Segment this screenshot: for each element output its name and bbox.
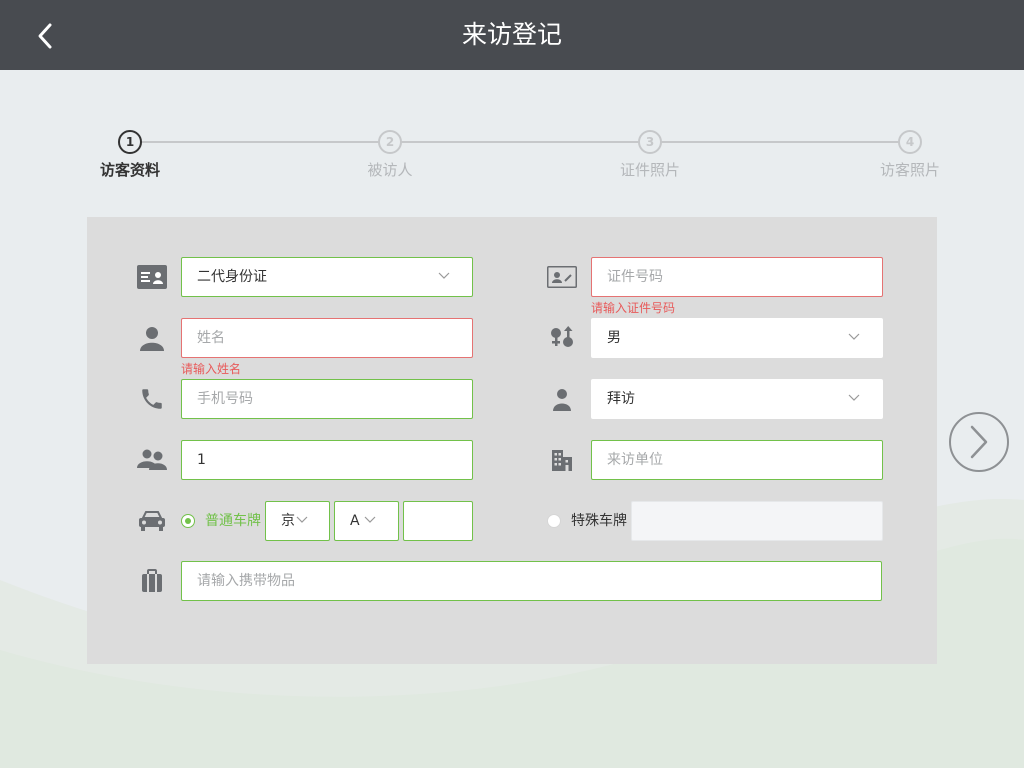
- person-icon: [136, 322, 168, 354]
- gender-icon: [546, 322, 578, 354]
- gender-select[interactable]: 男: [591, 318, 883, 358]
- plate-number-field[interactable]: [403, 501, 473, 541]
- step-4: 4 访客照片: [855, 128, 965, 179]
- phone-field[interactable]: [181, 379, 473, 419]
- id-type-select[interactable]: 二代身份证: [181, 257, 473, 297]
- visit-type-select[interactable]: 拜访: [591, 379, 883, 419]
- chevron-down-icon: [364, 516, 376, 523]
- id-badge-icon: [546, 261, 578, 293]
- plate-province-select[interactable]: 京: [265, 501, 330, 541]
- name-input[interactable]: [197, 320, 472, 356]
- phone-input[interactable]: [197, 381, 472, 417]
- belongings-field[interactable]: [181, 561, 882, 601]
- normal-plate-radio[interactable]: [181, 514, 195, 528]
- chevron-down-icon: [848, 333, 860, 340]
- phone-icon: [136, 383, 168, 415]
- id-number-input[interactable]: [607, 259, 882, 295]
- id-number-field[interactable]: [591, 257, 883, 297]
- step-1: 1 访客资料: [75, 128, 185, 179]
- visit-type-value: 拜访: [607, 391, 635, 407]
- company-input[interactable]: [607, 442, 882, 478]
- id-type-value: 二代身份证: [197, 269, 267, 285]
- step-number: 3: [638, 130, 662, 154]
- step-2: 2 被访人: [335, 128, 445, 179]
- step-label: 访客照片: [879, 161, 940, 179]
- page-title: 来访登记: [461, 20, 562, 49]
- plate-letter-select[interactable]: A: [334, 501, 399, 541]
- step-number: 2: [378, 130, 402, 154]
- step-number: 4: [898, 130, 922, 154]
- company-field[interactable]: [591, 440, 883, 480]
- chevron-right-circle-icon: [949, 412, 1009, 472]
- normal-plate-label[interactable]: 普通车牌: [205, 512, 261, 530]
- car-icon: [136, 505, 168, 537]
- visitor-count-value: 1: [197, 452, 206, 468]
- id-card-icon: [136, 261, 168, 293]
- name-error: 请输入姓名: [181, 362, 242, 376]
- chevron-down-icon: [848, 394, 860, 401]
- step-number: 1: [118, 130, 142, 154]
- visitor-count-field[interactable]: 1: [181, 440, 473, 480]
- luggage-icon: [136, 565, 168, 597]
- id-number-error: 请输入证件号码: [591, 301, 676, 315]
- plate-letter-value: A: [350, 513, 360, 529]
- step-label: 访客资料: [99, 161, 160, 179]
- visitor-form-panel: 二代身份证 请输入证件号码 请输入姓名: [87, 217, 937, 664]
- visitor-icon: [546, 383, 578, 415]
- next-step-button[interactable]: [948, 411, 1010, 473]
- step-line: [130, 141, 910, 143]
- header-bar: 来访登记: [0, 0, 1024, 70]
- gender-value: 男: [607, 330, 621, 346]
- building-icon: [546, 444, 578, 476]
- step-label: 被访人: [367, 161, 413, 179]
- group-icon: [136, 444, 168, 476]
- special-plate-radio[interactable]: [547, 514, 561, 528]
- plate-number-input[interactable]: [412, 503, 472, 539]
- chevron-down-icon: [438, 272, 450, 279]
- special-plate-field[interactable]: [631, 501, 883, 541]
- step-3: 3 证件照片: [595, 128, 705, 179]
- chevron-down-icon: [296, 516, 308, 523]
- step-progress: 1 访客资料 2 被访人 3 证件照片 4 访客照片: [0, 128, 1024, 188]
- belongings-input[interactable]: [197, 563, 881, 599]
- plate-province-value: 京: [281, 513, 295, 529]
- step-label: 证件照片: [619, 161, 680, 179]
- name-field[interactable]: [181, 318, 473, 358]
- special-plate-label[interactable]: 特殊车牌: [571, 512, 627, 530]
